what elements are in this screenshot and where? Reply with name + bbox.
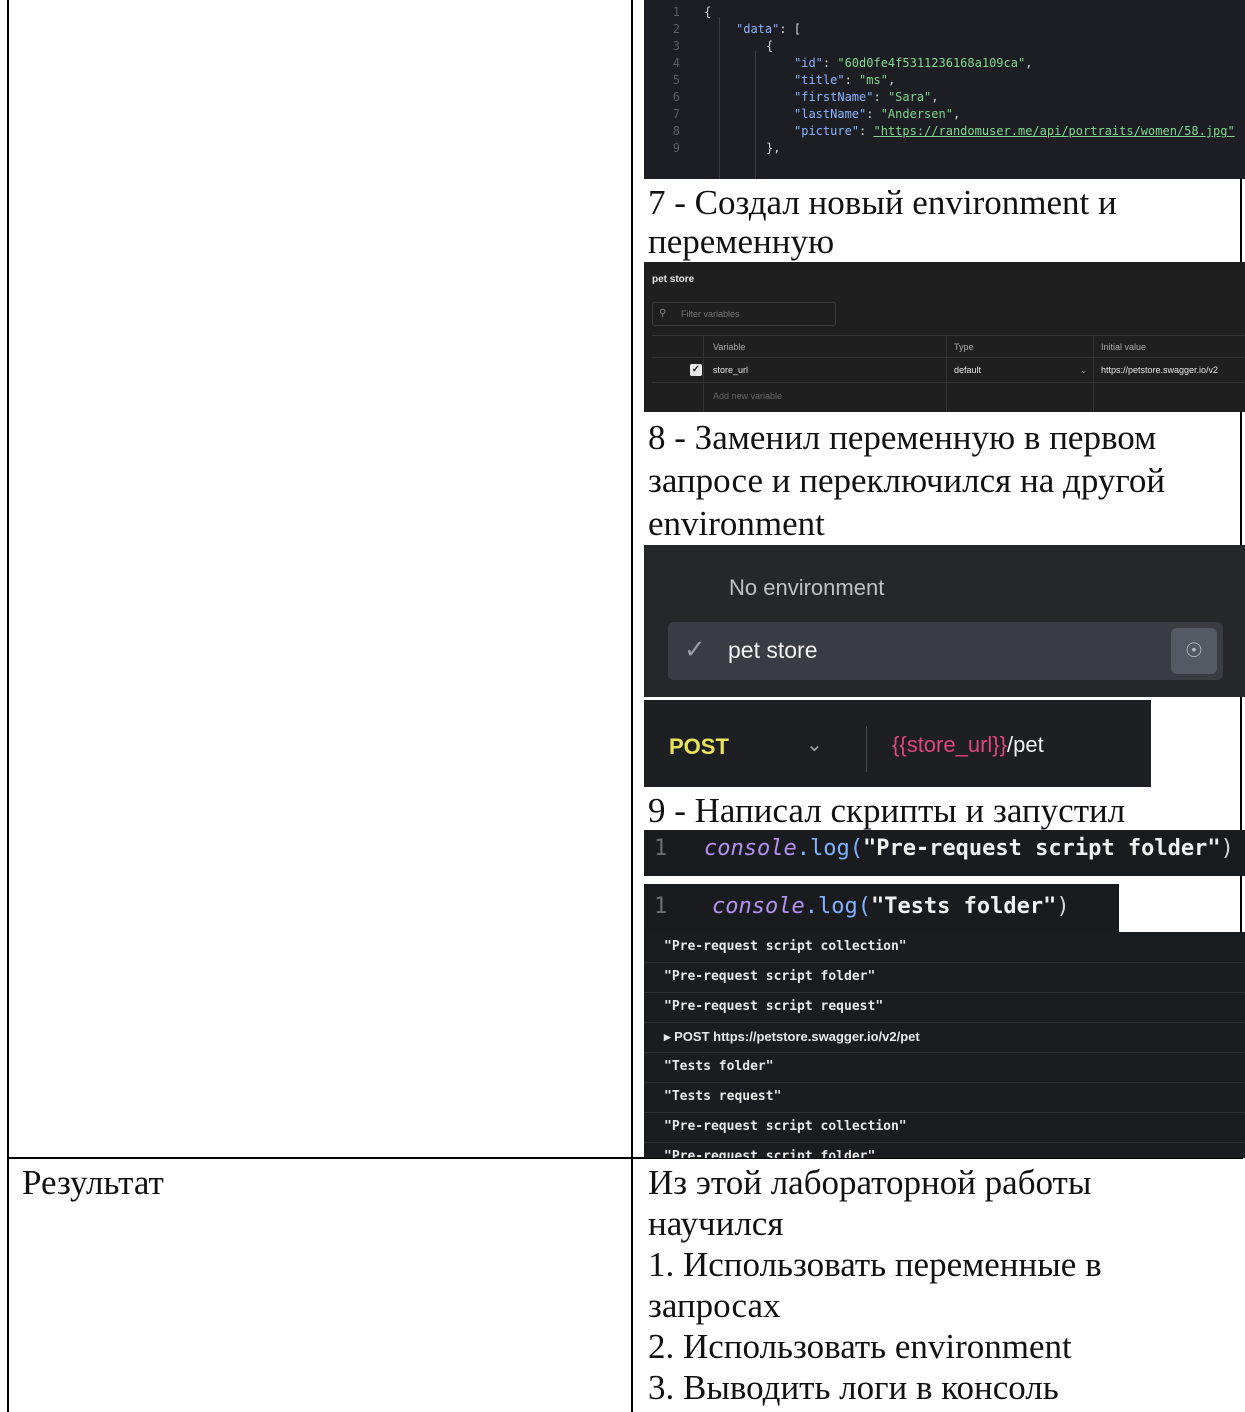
http-method-select[interactable]: POST	[669, 734, 729, 760]
picture-url-link[interactable]: "https://randomuser.me/api/portraits/wom…	[873, 124, 1234, 138]
result-line: Из этой лабораторной работы	[648, 1163, 1092, 1202]
result-line: 3. Выводить логи в консоль	[648, 1368, 1059, 1407]
request-url-input[interactable]: {{store_url}}/pet	[892, 732, 1044, 758]
pet-store-option[interactable]: ✓ pet store ☉	[668, 622, 1223, 680]
filter-variables-input[interactable]: ⚲ Filter variables	[652, 302, 836, 326]
step7-text-line1: 7 - Создал новый environment и	[648, 183, 1117, 222]
step9-text: 9 - Написал скрипты и запустил	[648, 791, 1126, 830]
table-left-border	[7, 0, 9, 1412]
console-entry[interactable]: "Tests folder"	[644, 1052, 1245, 1083]
result-line: 1. Использовать переменные в	[648, 1245, 1102, 1284]
pre-request-script-editor: 1 console.log("Pre-request script folder…	[644, 830, 1245, 876]
console-entry[interactable]: "Pre-request script collection"	[644, 932, 1245, 963]
result-line: научился	[648, 1204, 784, 1243]
table-middle-border	[631, 0, 633, 1412]
console-entry[interactable]: "Pre-request script folder"	[644, 962, 1245, 993]
search-icon: ⚲	[659, 308, 667, 319]
step8-text-line1: 8 - Заменил переменную в первом	[648, 418, 1157, 457]
chevron-down-icon: ⌄	[1080, 365, 1088, 375]
step7-text-line2: переменную	[648, 222, 835, 261]
step8-text-line3: environment	[648, 504, 825, 543]
result-line: 2. Использовать environment	[648, 1327, 1072, 1366]
column-header-variable: Variable	[713, 342, 746, 352]
step8-text-line2: запросе и переключился на другой	[648, 461, 1166, 500]
console-log-screenshot: "Pre-request script collection" "Pre-req…	[644, 932, 1245, 1158]
tests-script-editor: 1 console.log("Tests folder")	[644, 884, 1119, 932]
console-entry[interactable]: "Tests request"	[644, 1082, 1245, 1113]
variable-initial-value[interactable]: https://petstore.swagger.io/v2	[1101, 358, 1218, 383]
variable-enabled-checkbox[interactable]: ✓	[690, 364, 702, 376]
result-label: Результат	[22, 1163, 164, 1202]
variable-type-select[interactable]: default	[954, 358, 981, 383]
console-entry[interactable]: "Pre-request script request"	[644, 992, 1245, 1023]
variable-name: store_url	[713, 365, 749, 375]
chevron-down-icon[interactable]: ⌄	[806, 732, 823, 757]
pin-icon[interactable]: ☉	[1171, 628, 1217, 674]
console-entry[interactable]: "Pre-request script folder"	[644, 1142, 1245, 1158]
json-response-screenshot: 1{ 2 "data": [ 3{ 4 "id": "60d0fe4f5311236…	[644, 0, 1245, 179]
variable-row[interactable]: ✓ store_url default ⌄ https://petstore.s…	[652, 357, 1245, 383]
no-environment-option[interactable]: No environment	[729, 575, 884, 601]
environment-title: pet store	[652, 274, 695, 285]
column-header-type: Type	[954, 342, 974, 352]
environment-dropdown-screenshot: No environment ✓ pet store ☉	[644, 545, 1245, 697]
request-bar-screenshot: POST ⌄ {{store_url}}/pet	[644, 700, 1151, 787]
console-request-entry[interactable]: ▸ POST https://petstore.swagger.io/v2/pe…	[644, 1022, 1245, 1053]
check-icon: ✓	[684, 634, 706, 664]
result-line: запросах	[648, 1286, 781, 1325]
add-new-variable-input[interactable]: Add new variable	[713, 383, 782, 412]
environment-variables-screenshot: pet store ⚲ Filter variables Variable Ty…	[644, 262, 1245, 412]
console-entry[interactable]: "Pre-request script collection"	[644, 1112, 1245, 1143]
column-header-initial-value: Initial value	[1101, 342, 1147, 352]
